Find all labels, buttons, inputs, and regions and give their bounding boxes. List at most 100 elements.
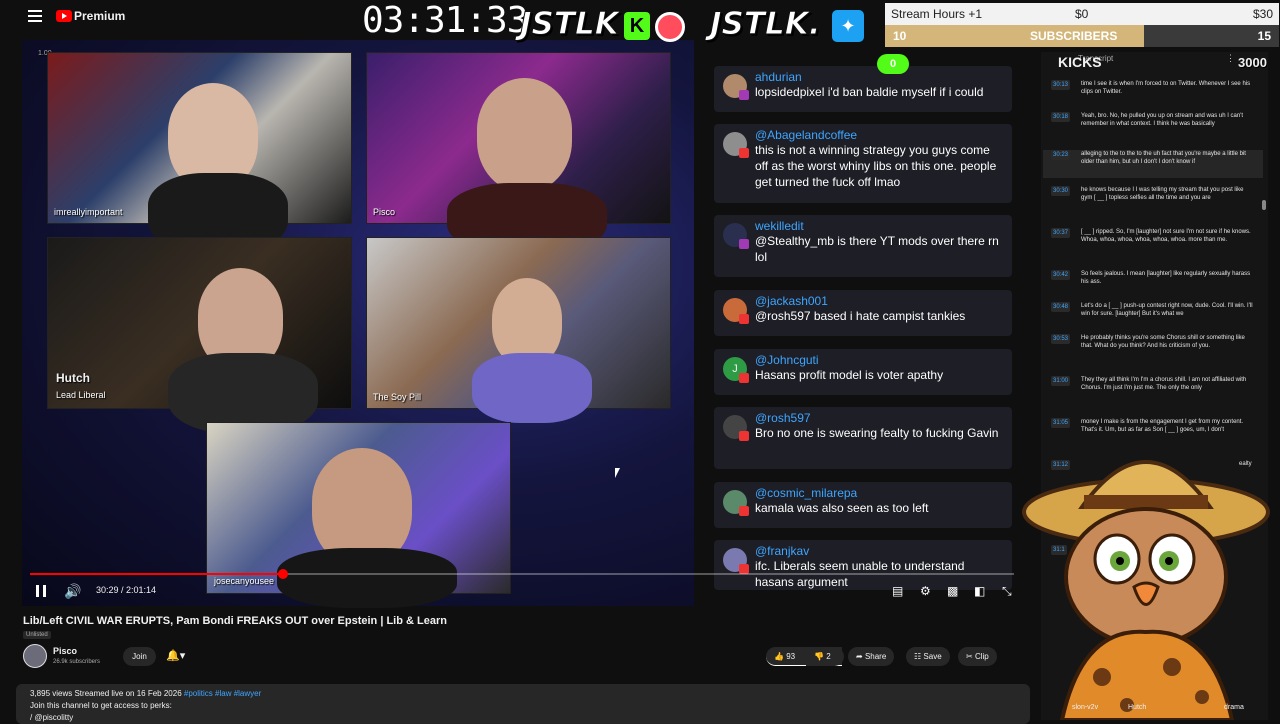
cast-icon[interactable]: ◧: [974, 584, 985, 598]
channel-name[interactable]: Pisco: [53, 646, 77, 656]
view-stats: 3,895 views Streamed live on 16 Feb 2026: [30, 689, 182, 698]
chat-username: wekilledit: [755, 219, 804, 233]
footer-tag: Hutch: [1128, 704, 1147, 711]
volume-icon[interactable]: 🔊: [64, 583, 81, 600]
transcript-text: money I make is from the engagement I ge…: [1081, 419, 1244, 433]
money-goal: $30: [1252, 7, 1273, 21]
transcript-time: 31:05: [1051, 418, 1071, 428]
transcript-time: 30:37: [1051, 228, 1071, 238]
transcript-text: alleging to the to the to the uh fact th…: [1081, 151, 1246, 165]
youtube-badge-icon: [739, 431, 749, 441]
jstlk-logo: JSTLK: [520, 6, 620, 43]
webcam-sublabel: Lead Liberal: [56, 390, 106, 400]
time-display: 30:29 / 2:01:14: [96, 585, 157, 595]
chat-username: @Johncguti: [755, 353, 819, 367]
share-icon: ➦: [856, 652, 863, 661]
chat-text: Hasans profit model is voter apathy: [755, 368, 944, 382]
transcript-time: 30:18: [1051, 112, 1071, 122]
chat-username: ahdurian: [755, 70, 802, 84]
subtitles-icon[interactable]: ▤: [892, 584, 903, 598]
transcript-line[interactable]: 30:23 alleging to the to the to the uh fa…: [1043, 150, 1263, 178]
dislike-button[interactable]: 👎 2: [806, 647, 844, 666]
more-options-icon[interactable]: ⋮: [1226, 53, 1235, 64]
like-count: 93: [786, 652, 796, 661]
save-button[interactable]: ☷ Save: [906, 647, 950, 666]
youtube-badge-icon: [739, 506, 749, 516]
transcript-text: He probably thinks you're some Chorus sh…: [1081, 335, 1245, 349]
chat-text: @Stealthy_mb is there YT mods over there…: [755, 234, 999, 264]
webcam-tile-3: Hutch Lead Liberal: [47, 237, 352, 433]
transcript-text: So feels jealous. I mean [laughter] like…: [1081, 271, 1251, 285]
kicks-current: 0: [877, 54, 909, 74]
share-button[interactable]: ➦ Share: [848, 647, 895, 666]
youtube-logo-icon[interactable]: [56, 10, 72, 22]
chat-message: J @Johncguti Hasans profit model is vote…: [714, 349, 1012, 395]
menu-icon[interactable]: [28, 10, 42, 22]
description-link[interactable]: / @piscolitty: [30, 712, 1016, 724]
twitch-badge-icon: [739, 90, 749, 100]
progress-scrubber[interactable]: [278, 569, 288, 579]
transcript-text: time I see it is when I'm forced to on T…: [1081, 81, 1251, 95]
chat-text: kamala was also seen as too left: [755, 501, 929, 515]
channel-avatar[interactable]: [23, 644, 47, 668]
chat-username: @franjkav: [755, 544, 810, 558]
chat-message: @jackash001 @rosh597 based i hate campis…: [714, 290, 1012, 336]
transcript-time: 30:13: [1051, 80, 1071, 90]
person-body: [472, 353, 592, 423]
bird-mascot-illustration: [1022, 460, 1270, 720]
transcript-time: 30:53: [1051, 334, 1071, 344]
bell-icon[interactable]: 🔔▾: [166, 649, 185, 662]
join-button[interactable]: Join: [123, 647, 156, 666]
transcript-time: 30:23: [1051, 150, 1071, 160]
kicks-goal: 3000: [1238, 55, 1267, 70]
stream-timer: 03:31:33: [362, 0, 528, 41]
chat-message: @cosmic_milarepa kamala was also seen as…: [714, 482, 1012, 528]
webcam-label: josecanyousee: [214, 576, 275, 586]
webcam-tile-5: josecanyousee: [206, 422, 511, 608]
record-icon: [655, 12, 685, 42]
subs-count: 10: [893, 29, 907, 43]
stream-hours-label: Stream Hours +1: [891, 7, 983, 21]
chat-username: @jackash001: [755, 294, 828, 308]
chat-username: @Abagelandcoffee: [755, 128, 858, 142]
clip-label: Clip: [974, 652, 989, 661]
dislike-count: 2: [826, 652, 831, 661]
youtube-badge-icon: [739, 373, 749, 383]
kick-logo-icon: K: [624, 12, 650, 40]
thumbs-down-icon: 👎: [814, 652, 824, 661]
chat-text: lopsidedpixel i'd ban baldie myself if i…: [755, 85, 984, 99]
description-line: Join this channel to get access to perks…: [30, 701, 172, 710]
transcript-text: Yeah, bro. No, he pulled you up on strea…: [1081, 113, 1244, 127]
chat-text: @rosh597 based i hate campist tankies: [755, 309, 966, 323]
description-box[interactable]: 3,895 views Streamed live on 16 Feb 2026…: [16, 684, 1030, 724]
miniplayer-icon[interactable]: ▩: [947, 584, 958, 598]
chat-message: @rosh597 Bro no one is swearing fealty t…: [714, 407, 1012, 469]
transcript-text: he knows because I I was telling my stre…: [1081, 187, 1244, 201]
jstlk-logo: JSTLK.: [710, 6, 822, 43]
clip-button[interactable]: ✂ Clip: [958, 647, 997, 666]
transcript-text: They they all think I'm I'm a chorus shi…: [1081, 377, 1247, 391]
pause-icon[interactable]: [36, 585, 46, 597]
chat-message: @Abagelandcoffee this is not a winning s…: [714, 124, 1012, 203]
chat-text: this is not a winning strategy you guys …: [755, 143, 997, 189]
subscriber-count: 26.9k subscribers: [53, 659, 101, 665]
transcript-scrollbar[interactable]: [1262, 200, 1266, 210]
save-label: Save: [923, 652, 942, 661]
settings-gear-icon[interactable]: ⚙: [920, 584, 931, 598]
fullscreen-icon[interactable]: ⤡: [1002, 584, 1012, 599]
mouse-cursor-icon: [615, 468, 620, 478]
transcript-text: Let's do a [ __ ] push-up contest right …: [1081, 303, 1253, 317]
hashtags[interactable]: #politics #law #lawyer: [184, 689, 261, 698]
person-body: [168, 353, 318, 433]
chat-text: Bro no one is swearing fealty to fucking…: [755, 426, 999, 440]
webcam-tile-1: imreallyimportant: [47, 52, 352, 253]
brand-label: Premium: [74, 9, 126, 23]
share-label: Share: [864, 652, 887, 661]
money-goal-bar: Stream Hours +1 $0 $30: [885, 3, 1279, 25]
unlisted-badge: Unlisted: [23, 631, 51, 639]
webcam-label: The Soy Pill: [373, 392, 422, 402]
footer-tag: drama: [1224, 704, 1244, 711]
person-body: [277, 548, 457, 608]
video-title: Lib/Left CIVIL WAR ERUPTS, Pam Bondi FRE…: [23, 615, 447, 627]
thumbs-up-icon: 👍: [774, 652, 784, 661]
